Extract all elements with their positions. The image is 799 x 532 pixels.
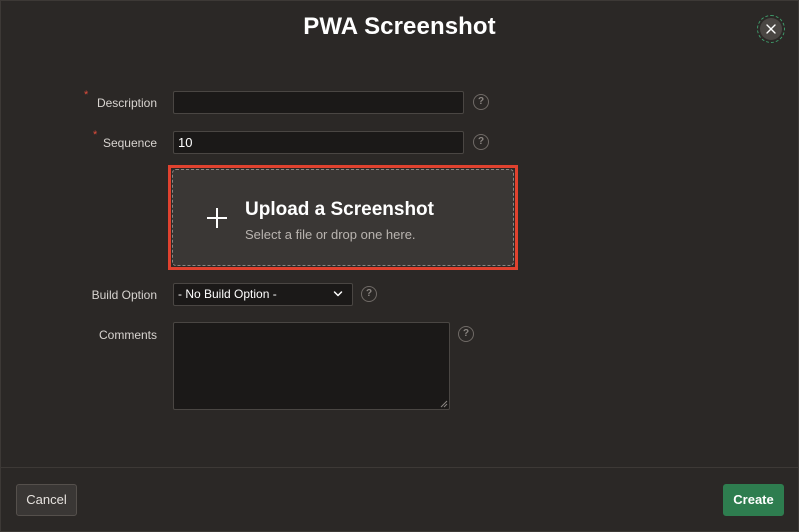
build-option-select[interactable]: - No Build Option - [173, 283, 353, 306]
comments-label: Comments [98, 328, 157, 342]
sequence-label: Sequence [102, 136, 157, 150]
build-option-label: Build Option [91, 288, 157, 302]
resize-grip-icon[interactable] [440, 400, 448, 408]
close-button[interactable] [757, 15, 785, 43]
sequence-help-icon[interactable]: ? [473, 134, 489, 150]
comments-help-icon[interactable]: ? [458, 326, 474, 342]
close-icon [760, 18, 782, 40]
description-help-icon[interactable]: ? [473, 94, 489, 110]
comments-textarea[interactable] [173, 322, 450, 410]
chevron-down-icon [333, 291, 343, 297]
build-option-help-icon[interactable]: ? [361, 286, 377, 302]
create-button[interactable]: Create [723, 484, 784, 516]
dialog-title: PWA Screenshot [303, 13, 496, 40]
cancel-button[interactable]: Cancel [16, 484, 77, 516]
upload-title: Upload a Screenshot [245, 199, 434, 220]
upload-subtitle: Select a file or drop one here. [245, 227, 416, 242]
description-input[interactable] [173, 91, 464, 114]
plus-icon [207, 208, 227, 228]
description-label: Description [96, 96, 157, 110]
upload-dropzone[interactable]: Upload a Screenshot Select a file or dro… [172, 169, 514, 266]
build-option-value: - No Build Option - [178, 287, 277, 301]
footer-divider [1, 467, 798, 468]
dialog: PWA Screenshot * Description ? * Sequenc… [0, 0, 799, 532]
sequence-input[interactable] [173, 131, 464, 154]
